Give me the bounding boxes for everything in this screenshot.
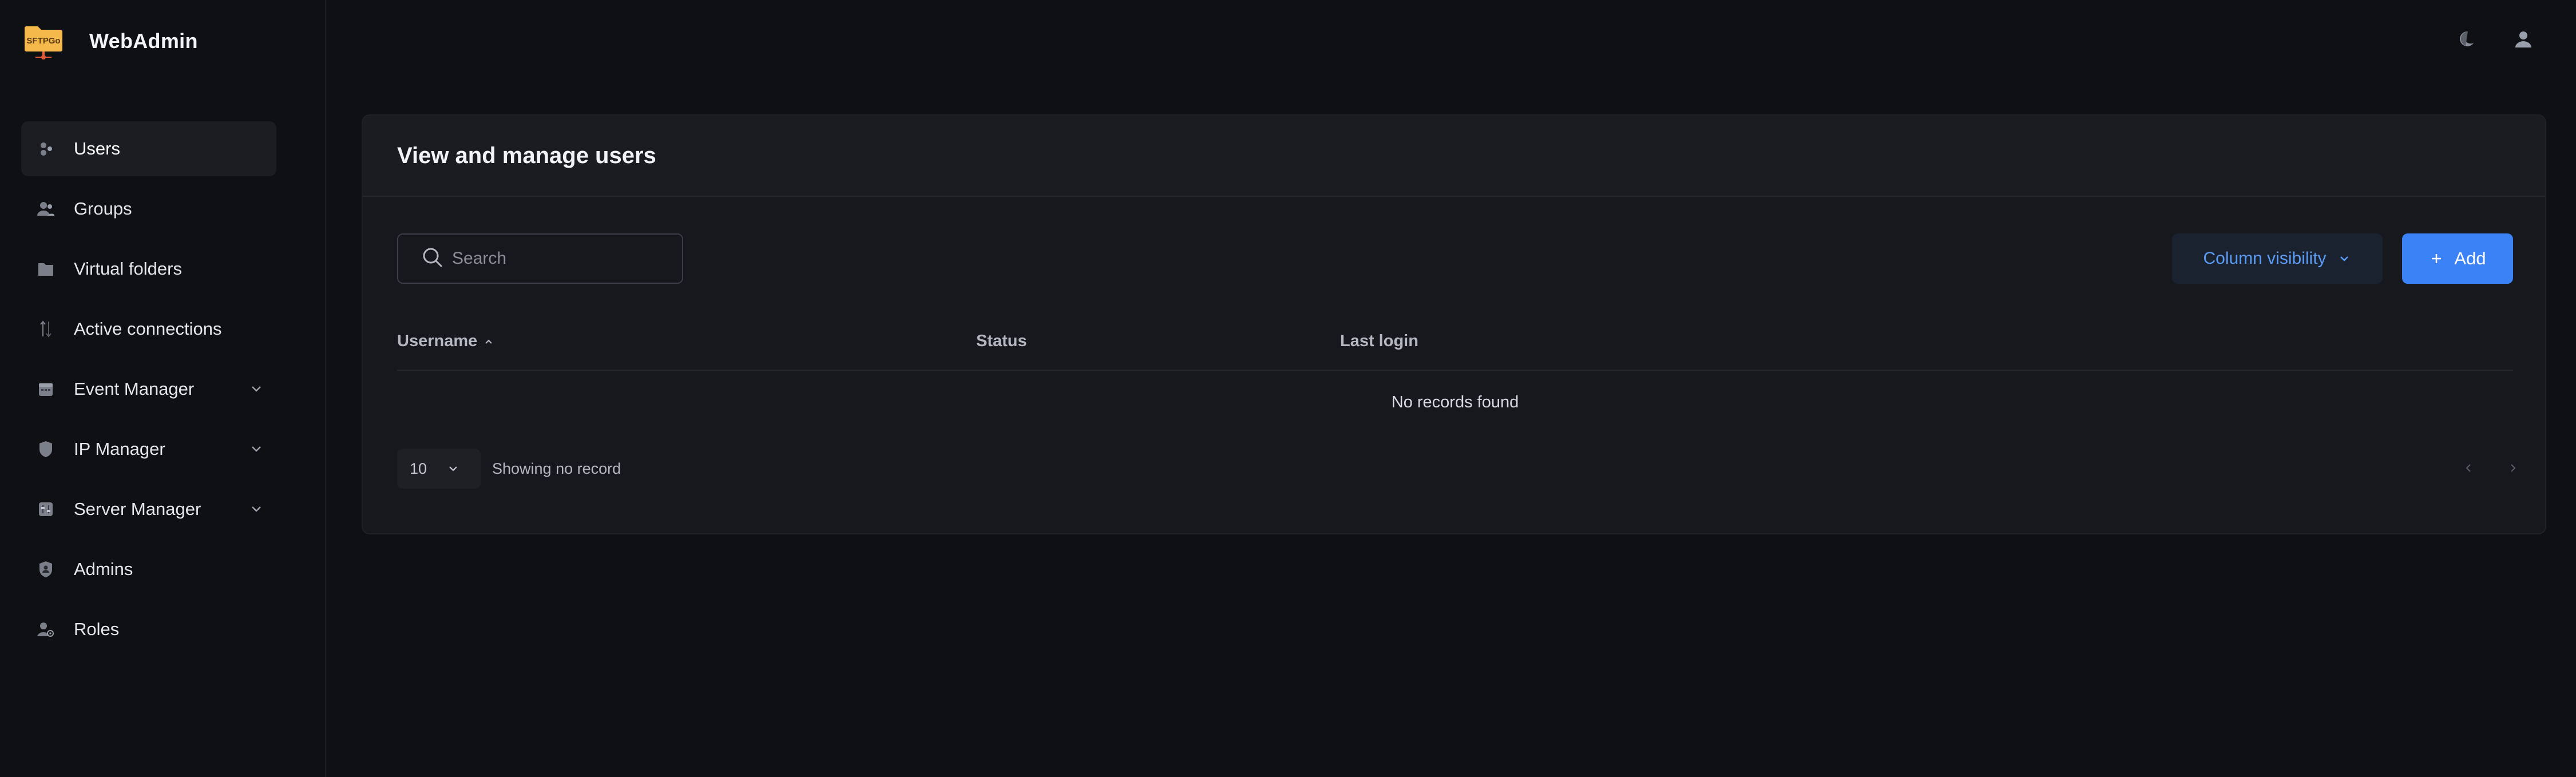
calendar-icon	[36, 379, 56, 399]
user-menu-button[interactable]	[2508, 25, 2538, 55]
chevron-right-icon	[2507, 462, 2519, 474]
chevron-down-icon	[248, 441, 265, 458]
next-page-button[interactable]	[2502, 457, 2525, 479]
empty-row: No records found	[397, 371, 2513, 434]
column-header-status[interactable]: Status	[976, 332, 1027, 351]
app-root: SFTPGo WebAdmin Users Groups Virtual fol…	[0, 0, 2576, 777]
plus-icon	[2429, 251, 2444, 266]
sidebar-item-label: Users	[74, 138, 120, 158]
sidebar-item-label: Roles	[74, 619, 120, 639]
chevron-down-icon	[248, 380, 265, 398]
sidebar-item-ip-manager[interactable]: IP Manager	[21, 422, 276, 477]
chevron-down-icon	[248, 501, 265, 518]
search-icon	[421, 246, 444, 272]
search-input[interactable]	[452, 249, 669, 268]
sidebar: SFTPGo WebAdmin Users Groups Virtual fol…	[0, 0, 326, 777]
table-footer: 10 Showing no record	[397, 449, 2516, 489]
admin-shield-icon	[36, 560, 56, 579]
sidebar-item-label: Active connections	[74, 319, 222, 339]
empty-message: No records found	[1391, 393, 1519, 411]
search-box[interactable]	[397, 233, 683, 284]
sidebar-item-label: Event Manager	[74, 379, 195, 399]
users-table: Username Status Last login No records fo…	[397, 322, 2513, 434]
sidebar-item-event-manager[interactable]: Event Manager	[21, 362, 276, 417]
card-header: View and manage users	[363, 116, 2545, 197]
sidebar-item-roles[interactable]: Roles	[21, 602, 276, 657]
column-header-username[interactable]: Username	[397, 332, 494, 351]
sidebar-nav: Users Groups Virtual folders Active conn…	[21, 121, 276, 662]
server-icon	[36, 499, 56, 519]
brand-title: WebAdmin	[89, 29, 198, 53]
sidebar-item-server-manager[interactable]: Server Manager	[21, 482, 276, 537]
column-visibility-button[interactable]: Column visibility	[2172, 233, 2383, 284]
sidebar-item-groups[interactable]: Groups	[21, 181, 276, 236]
page-size-select[interactable]: 10	[397, 449, 481, 489]
sidebar-item-label: Virtual folders	[74, 259, 182, 279]
page-size-value: 10	[410, 459, 427, 477]
shield-icon	[36, 439, 56, 459]
sidebar-item-label: Admins	[74, 559, 133, 579]
theme-toggle-button[interactable]	[2451, 25, 2481, 55]
users-card: View and manage users Column visibility …	[362, 114, 2546, 534]
brand[interactable]: SFTPGo WebAdmin	[23, 21, 198, 62]
chevron-left-icon	[2462, 462, 2475, 474]
add-label: Add	[2454, 248, 2486, 268]
column-visibility-label: Column visibility	[2203, 249, 2327, 268]
add-user-button[interactable]: Add	[2402, 233, 2513, 284]
folder-icon	[36, 259, 56, 279]
sidebar-item-users[interactable]: Users	[21, 121, 276, 176]
column-label: Last login	[1340, 332, 1418, 350]
sidebar-item-label: Server Manager	[74, 499, 201, 519]
user-icon	[2514, 29, 2533, 51]
sidebar-item-admins[interactable]: Admins	[21, 542, 276, 597]
column-label: Status	[976, 332, 1027, 350]
sidebar-item-virtual-folders[interactable]: Virtual folders	[21, 241, 276, 296]
page-info: Showing no record	[492, 460, 621, 477]
sidebar-item-active-connections[interactable]: Active connections	[21, 302, 276, 356]
groups-icon	[36, 199, 56, 219]
users-icon	[36, 139, 56, 158]
sidebar-item-label: IP Manager	[74, 439, 165, 459]
column-label: Username	[397, 332, 478, 350]
logo-text: SFTPGo	[26, 36, 60, 46]
moon-icon	[2456, 29, 2476, 51]
sftpgo-logo-icon: SFTPGo	[23, 21, 64, 62]
table-header: Username Status Last login	[397, 322, 2513, 371]
sidebar-item-label: Groups	[74, 199, 132, 219]
prev-page-button[interactable]	[2457, 457, 2480, 479]
connections-icon	[36, 319, 56, 339]
page-title: View and manage users	[397, 142, 656, 168]
sort-asc-icon	[483, 336, 494, 347]
chevron-down-icon	[2337, 251, 2352, 266]
column-header-last-login[interactable]: Last login	[1340, 332, 1418, 351]
roles-icon	[36, 620, 56, 639]
chevron-down-icon	[446, 462, 460, 475]
